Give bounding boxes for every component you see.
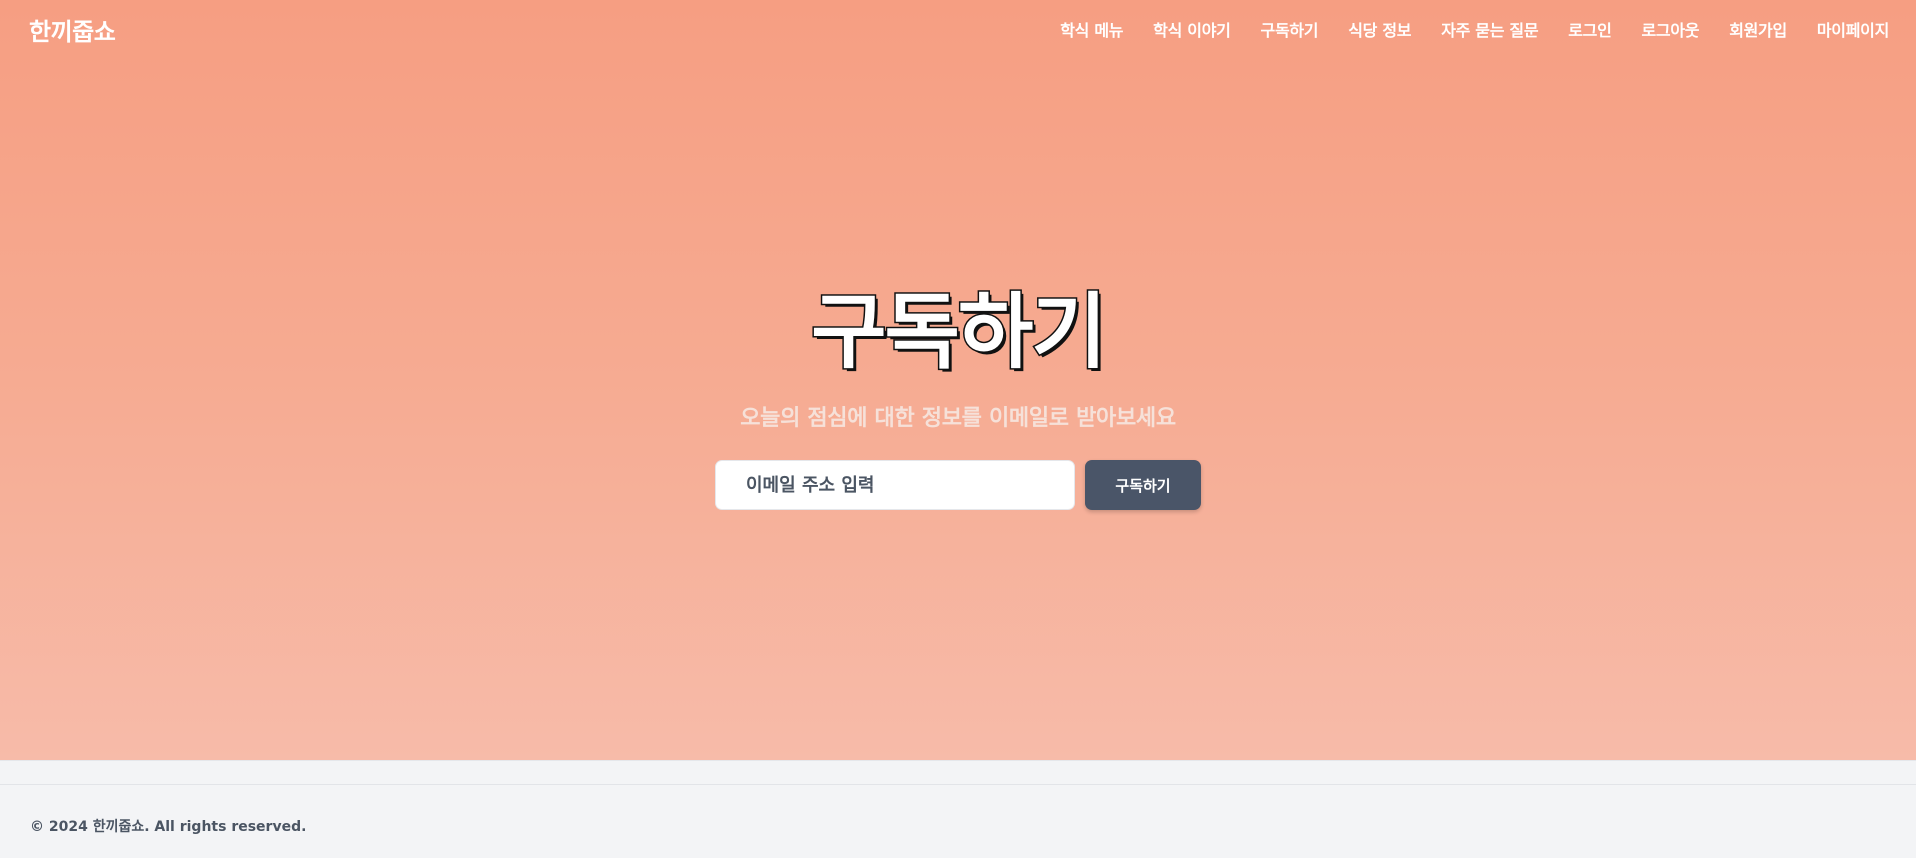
nav-link-cafeteria-menu[interactable]: 학식 메뉴 — [1060, 17, 1123, 41]
nav-link-subscribe[interactable]: 구독하기 — [1261, 17, 1319, 41]
hero-content: 구독하기 오늘의 점심에 대한 정보를 이메일로 받아보세요 구독하기 — [0, 285, 1916, 510]
nav-link-faq[interactable]: 자주 묻는 질문 — [1441, 17, 1538, 41]
site-logo[interactable]: 한끼줍쇼 — [29, 12, 116, 47]
nav-link-restaurant-info[interactable]: 식당 정보 — [1348, 17, 1411, 41]
subscribe-form: 구독하기 — [715, 460, 1201, 510]
email-input[interactable] — [715, 460, 1075, 510]
navbar: 한끼줍쇼 학식 메뉴 학식 이야기 구독하기 식당 정보 자주 묻는 질문 로그… — [0, 0, 1916, 58]
nav-link-signup[interactable]: 회원가입 — [1729, 17, 1787, 41]
subscribe-button[interactable]: 구독하기 — [1085, 460, 1201, 510]
hero-subtitle: 오늘의 점심에 대한 정보를 이메일로 받아보세요 — [740, 406, 1176, 431]
footer-divider — [0, 784, 1916, 785]
hero-section: 한끼줍쇼 학식 메뉴 학식 이야기 구독하기 식당 정보 자주 묻는 질문 로그… — [0, 0, 1916, 760]
copyright-text: © 2024 한끼줍쇼. All rights reserved. — [30, 819, 307, 835]
footer: © 2024 한끼줍쇼. All rights reserved. — [0, 760, 1916, 858]
nav-link-mypage[interactable]: 마이페이지 — [1817, 17, 1889, 41]
nav-link-cafeteria-stories[interactable]: 학식 이야기 — [1153, 17, 1231, 41]
nav-link-login[interactable]: 로그인 — [1568, 17, 1612, 41]
nav-link-logout[interactable]: 로그아웃 — [1642, 17, 1700, 41]
page-title: 구독하기 — [810, 285, 1109, 380]
nav-links: 학식 메뉴 학식 이야기 구독하기 식당 정보 자주 묻는 질문 로그인 로그아… — [1030, 17, 1889, 41]
